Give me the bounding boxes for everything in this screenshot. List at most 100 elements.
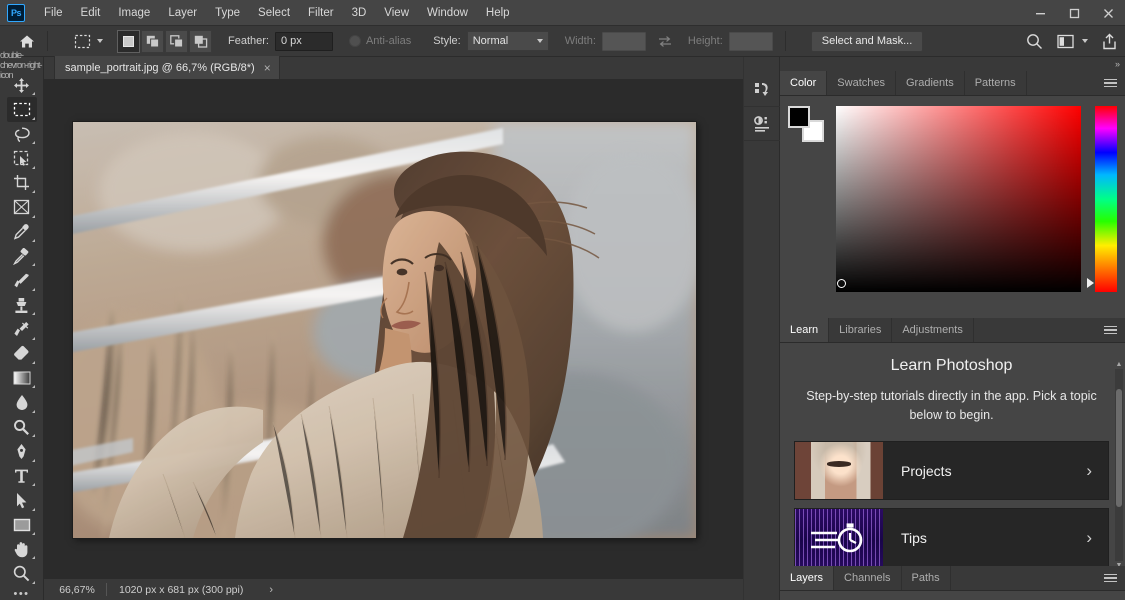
photoshop-window: Ps File Edit Image Layer Type Select Fil… (0, 0, 1125, 600)
learn-panel-menu-button[interactable] (1104, 318, 1125, 342)
menu-select[interactable]: Select (249, 2, 299, 24)
tab-layers[interactable]: Layers (780, 566, 835, 590)
status-expand-icon[interactable]: › (269, 584, 273, 596)
panel-menu-icon (1104, 573, 1117, 583)
scrollbar-thumb[interactable] (1116, 389, 1122, 507)
document-tab[interactable]: sample_portrait.jpg @ 66,7% (RGB/8*) × (54, 56, 280, 79)
close-icon[interactable]: × (264, 62, 271, 74)
tab-adjustments[interactable]: Adjustments (892, 318, 974, 342)
expand-panels-right-icon[interactable]: » (1115, 59, 1120, 69)
tool-flyout-indicator (31, 141, 35, 145)
rectangle-tool[interactable] (7, 513, 37, 537)
crop-tool[interactable] (7, 171, 37, 195)
tool-flyout-indicator (31, 385, 35, 389)
color-field-picker[interactable] (835, 106, 1082, 292)
expand-toolbar-icon[interactable]: double-chevron-right-icon (0, 50, 43, 80)
zoom-level[interactable]: 66,67% (48, 584, 106, 596)
menu-help[interactable]: Help (477, 2, 519, 24)
layers-panel-menu-button[interactable] (1104, 566, 1125, 590)
close-button[interactable] (1091, 0, 1125, 26)
chevron-right-icon: › (1086, 527, 1092, 547)
learn-card-list: Projects › Tips › (794, 441, 1109, 567)
tool-flyout-indicator (31, 556, 35, 560)
history-panel-icon[interactable] (744, 73, 780, 107)
anti-alias-checkbox[interactable] (348, 35, 361, 47)
adjustments-panel-icon[interactable] (744, 107, 780, 141)
document-image[interactable] (73, 122, 696, 538)
path-selection-tool[interactable] (7, 488, 37, 512)
canvas[interactable] (44, 80, 743, 578)
learn-card-projects[interactable]: Projects › (794, 441, 1109, 500)
menu-3d[interactable]: 3D (343, 2, 376, 24)
brush-tool[interactable] (7, 268, 37, 292)
intersect-with-selection-button[interactable] (189, 29, 212, 53)
hand-tool[interactable] (7, 537, 37, 561)
menu-window[interactable]: Window (418, 2, 477, 24)
history-brush-tool[interactable] (7, 317, 37, 341)
tab-paths[interactable]: Paths (902, 566, 951, 590)
width-input[interactable] (601, 31, 646, 51)
dodge-tool[interactable] (7, 415, 37, 439)
new-selection-button[interactable] (117, 29, 140, 53)
learn-card-tips[interactable]: Tips › (794, 508, 1109, 567)
status-bar: 66,67% 1020 px x 681 px (300 ppi) › (44, 578, 743, 600)
gradient-tool[interactable] (7, 366, 37, 390)
tab-gradients[interactable]: Gradients (896, 71, 965, 95)
menu-type[interactable]: Type (206, 2, 249, 24)
tool-flyout-indicator (31, 532, 35, 536)
tab-libraries[interactable]: Libraries (829, 318, 893, 342)
tab-swatches[interactable]: Swatches (827, 71, 896, 95)
tab-color[interactable]: Color (780, 71, 828, 95)
object-selection-tool[interactable] (7, 146, 37, 170)
move-tool[interactable] (7, 73, 37, 97)
type-tool[interactable] (7, 464, 37, 488)
feather-input[interactable]: 0 px (274, 31, 333, 51)
height-input[interactable] (728, 31, 773, 51)
menu-layer[interactable]: Layer (159, 2, 206, 24)
anti-alias-label: Anti-alias (365, 35, 412, 47)
tab-channels[interactable]: Channels (834, 566, 902, 590)
menu-image[interactable]: Image (109, 2, 159, 24)
menu-view[interactable]: View (375, 2, 418, 24)
clone-stamp-tool[interactable] (7, 293, 37, 317)
home-icon[interactable] (14, 30, 40, 52)
lasso-tool[interactable] (7, 122, 37, 146)
color-panel-menu-button[interactable] (1104, 71, 1125, 95)
style-select[interactable]: Normal (466, 31, 549, 51)
rectangular-marquee-tool[interactable] (6, 97, 37, 122)
eyedropper-tool[interactable] (7, 220, 37, 244)
zoom-tool[interactable] (7, 561, 37, 585)
learn-subtitle: Step-by-step tutorials directly in the a… (806, 389, 1097, 422)
eraser-tool[interactable] (7, 342, 37, 366)
feather-label: Feather: (228, 35, 269, 47)
photoshop-logo-icon: Ps (7, 3, 25, 22)
frame-tool[interactable] (7, 195, 37, 219)
subtract-from-selection-button[interactable] (165, 29, 188, 53)
tool-preset-picker[interactable] (71, 31, 103, 51)
select-and-mask-button[interactable]: Select and Mask... (810, 30, 924, 52)
tool-flyout-indicator (31, 483, 35, 487)
canvas-region: sample_portrait.jpg @ 66,7% (RGB/8*) × 6… (44, 56, 743, 600)
pen-tool[interactable] (7, 439, 37, 463)
add-to-selection-button[interactable] (141, 29, 164, 53)
blur-tool[interactable] (7, 390, 37, 414)
spot-healing-brush-tool[interactable] (7, 244, 37, 268)
menu-file[interactable]: File (35, 2, 72, 24)
swap-width-height-icon[interactable] (658, 35, 672, 48)
more-tools-button[interactable]: ••• (13, 588, 29, 600)
foreground-color-swatch[interactable] (788, 106, 810, 128)
menu-filter[interactable]: Filter (299, 2, 343, 24)
workspace-switcher[interactable] (1057, 34, 1088, 49)
learn-panel-tabs: Learn Libraries Adjustments (780, 318, 1125, 343)
search-icon[interactable] (1026, 33, 1043, 50)
tab-patterns[interactable]: Patterns (965, 71, 1027, 95)
scroll-up-icon[interactable]: ▲ (1115, 361, 1123, 368)
minimize-button[interactable] (1023, 0, 1057, 26)
learn-scrollbar[interactable]: ▲ ▼ (1115, 361, 1123, 569)
tab-learn[interactable]: Learn (780, 318, 830, 342)
tool-flyout-indicator (31, 507, 35, 511)
maximize-button[interactable] (1057, 0, 1091, 26)
share-icon[interactable] (1102, 33, 1117, 50)
menu-edit[interactable]: Edit (72, 2, 110, 24)
hue-slider[interactable] (1087, 106, 1117, 292)
